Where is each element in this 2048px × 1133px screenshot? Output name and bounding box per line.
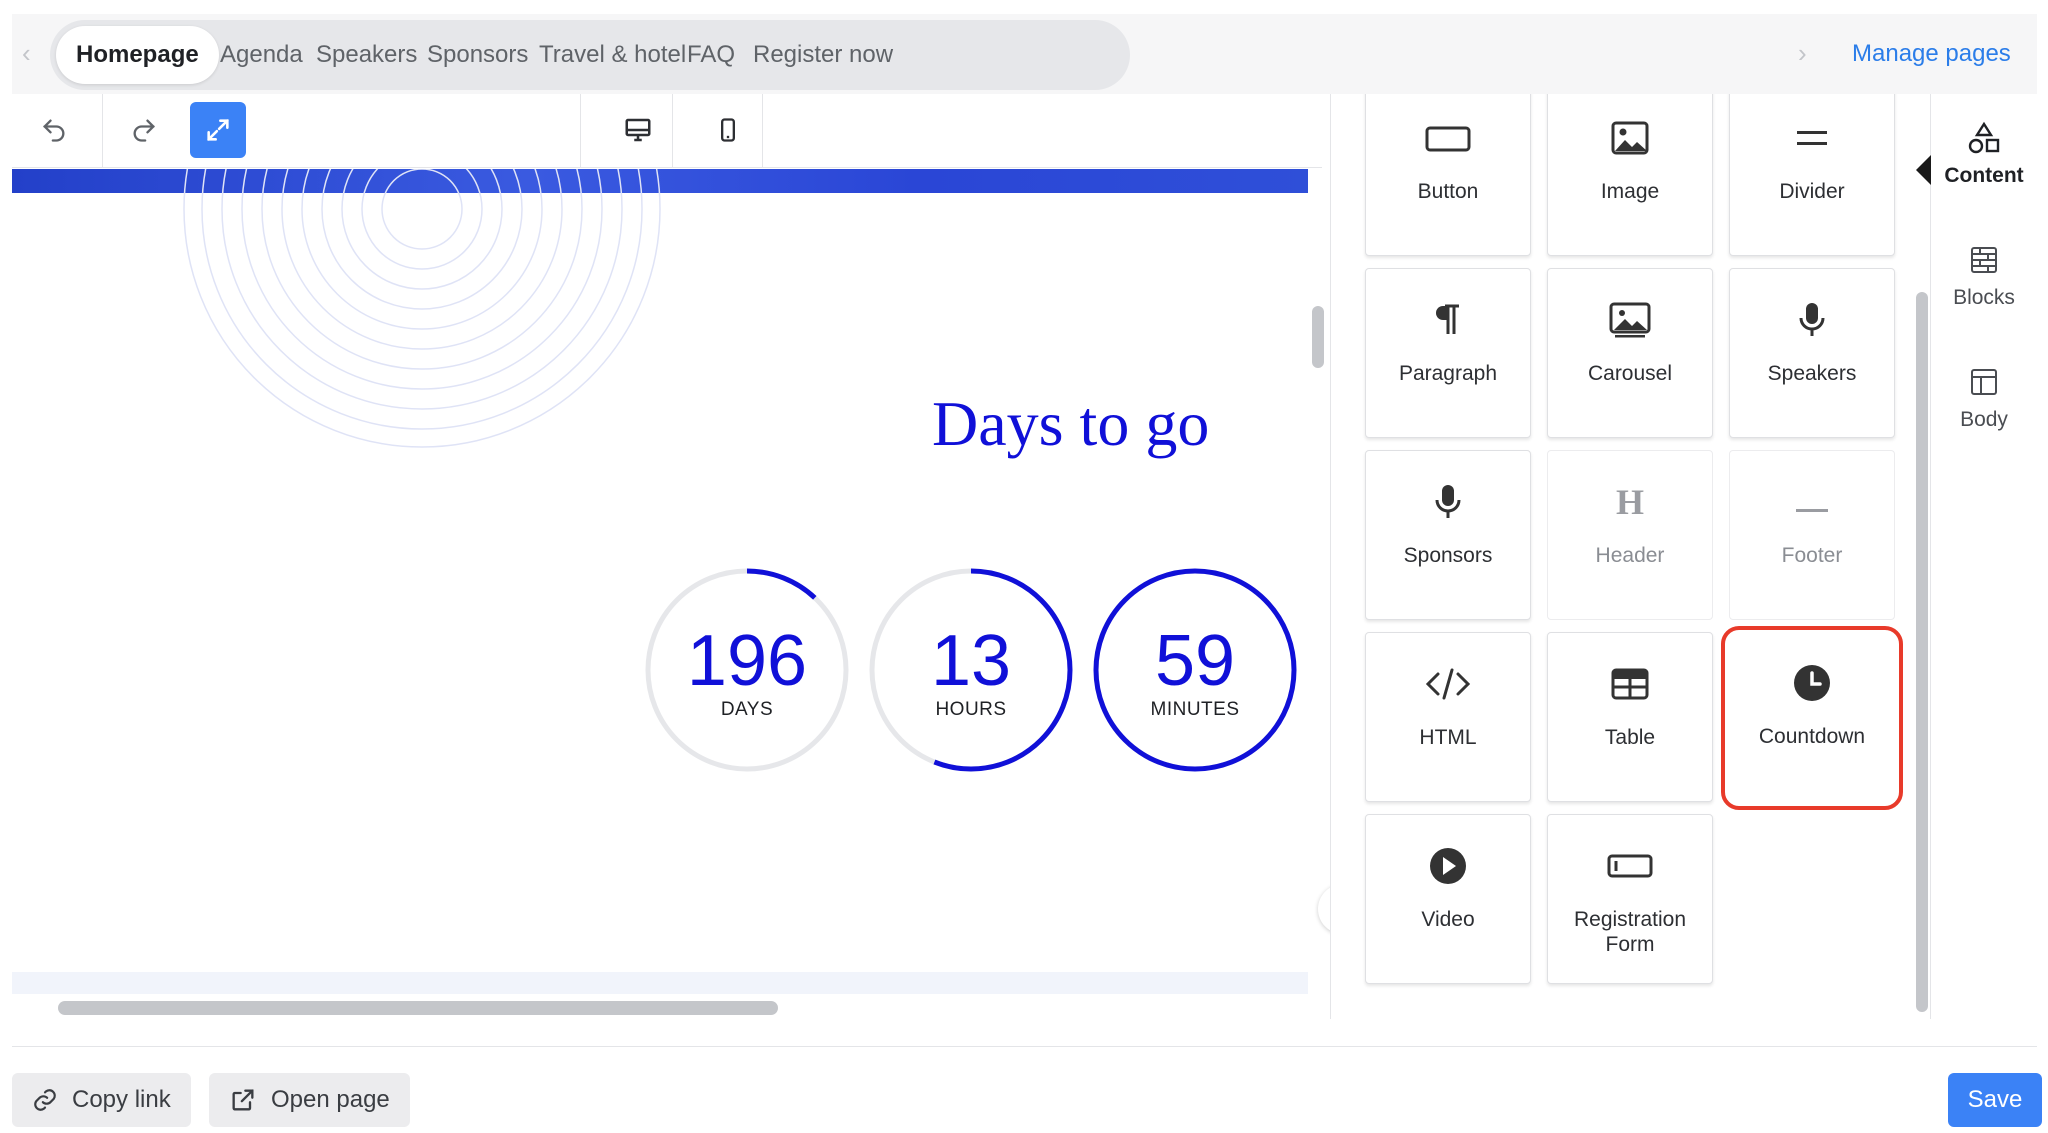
countdown-hours-value: 13 <box>930 621 1012 701</box>
copy-link-button[interactable]: Copy link <box>12 1073 191 1127</box>
content-tile-html[interactable]: HTML <box>1365 632 1531 802</box>
save-button[interactable]: Save <box>1948 1073 2042 1127</box>
content-tile-image[interactable]: Image <box>1547 94 1713 256</box>
decorative-circles <box>183 169 661 448</box>
svg-text:H: H <box>1616 484 1644 520</box>
form-icon <box>1607 854 1653 878</box>
play-icon <box>1430 848 1466 884</box>
sidebar-item-blocks[interactable]: Blocks <box>1931 226 2037 326</box>
paragraph-icon <box>1436 304 1459 334</box>
tile-label: Image <box>1600 180 1660 203</box>
content-tile-carousel[interactable]: Carousel <box>1547 268 1713 438</box>
tile-label: Countdown <box>1758 725 1866 748</box>
tile-label: Footer <box>1781 544 1843 567</box>
content-panel: Button Image Divider Paragraph Carousel … <box>1330 94 1930 1019</box>
sidebar-item-label: Body <box>1960 408 2008 431</box>
link-icon <box>34 1089 56 1111</box>
undo-icon <box>43 119 65 142</box>
microphone-icon <box>1799 303 1825 336</box>
content-tile-countdown[interactable]: Countdown <box>1721 626 1903 810</box>
open-page-button[interactable]: Open page <box>209 1073 410 1127</box>
panel-vertical-scrollbar[interactable] <box>1916 292 1928 1012</box>
tile-label: Header <box>1595 544 1665 567</box>
tile-label: HTML <box>1419 726 1477 749</box>
header-icon: H <box>1616 484 1644 520</box>
desktop-icon <box>625 118 651 142</box>
countdown-days-value: 196 <box>686 621 808 701</box>
carousel-icon <box>1609 302 1651 338</box>
fullscreen-button[interactable] <box>190 102 246 158</box>
image-icon <box>1611 121 1649 155</box>
editor-toolbar <box>12 94 1322 168</box>
content-tile-registration-form[interactable]: Registration Form <box>1547 814 1713 984</box>
microphone-icon <box>1435 485 1461 518</box>
button-icon <box>1425 126 1471 152</box>
content-tile-video[interactable]: Video <box>1365 814 1531 984</box>
page-tabs-bar: ‹ Homepage Agenda Speakers Sponsors Trav… <box>12 14 2037 94</box>
tile-label: Table <box>1604 726 1656 749</box>
canvas-horizontal-scrollbar[interactable] <box>58 1001 778 1015</box>
countdown-hours-label: HOURS <box>935 699 1007 720</box>
code-icon <box>1425 668 1471 700</box>
content-tile-speakers[interactable]: Speakers <box>1729 268 1895 438</box>
active-section-pointer <box>1916 154 1932 186</box>
tab-homepage[interactable]: Homepage <box>56 26 219 84</box>
content-tile-footer: Footer <box>1729 450 1895 620</box>
tile-label: Paragraph <box>1398 362 1498 385</box>
desktop-view-button[interactable] <box>610 102 666 158</box>
manage-pages-link[interactable]: Manage pages <box>1852 40 2011 68</box>
redo-icon <box>133 119 155 142</box>
redo-button[interactable] <box>116 102 172 158</box>
countdown-minutes-value: 59 <box>1154 621 1236 701</box>
page-editor: ‹ Homepage Agenda Speakers Sponsors Trav… <box>12 14 2037 1019</box>
sidebar-item-content[interactable]: Content <box>1931 104 2037 204</box>
tile-label: Registration Form <box>1573 908 1687 956</box>
shapes-icon <box>1968 121 2000 154</box>
canvas-bottom-strip <box>12 972 1308 994</box>
table-icon <box>1611 668 1649 700</box>
blocks-icon <box>1971 247 1997 273</box>
footer-icon <box>1796 509 1828 512</box>
open-page-label: Open page <box>271 1086 390 1113</box>
chevron-right-icon[interactable]: › <box>1798 38 1822 68</box>
content-tile-table[interactable]: Table <box>1547 632 1713 802</box>
content-tile-header: H Header <box>1547 450 1713 620</box>
tab-register-now[interactable]: Register now <box>733 26 913 84</box>
sidebar-rail: Content Blocks Body <box>1931 94 2037 1019</box>
chevron-left-icon[interactable]: ‹ <box>22 38 46 68</box>
layout-icon <box>1971 369 1997 395</box>
countdown-days: 196 DAYS <box>644 567 850 773</box>
clock-icon <box>1794 665 1830 701</box>
tile-label: Sponsors <box>1403 544 1493 567</box>
external-link-icon <box>232 1089 254 1111</box>
undo-button[interactable] <box>26 102 82 158</box>
mobile-view-button[interactable] <box>700 102 756 158</box>
page-tabs: Homepage Agenda Speakers Sponsors Travel… <box>50 20 1130 90</box>
content-tile-button[interactable]: Button <box>1365 94 1531 256</box>
expand-icon <box>207 119 229 141</box>
tile-label: Carousel <box>1587 362 1673 385</box>
countdown-title: Days to go <box>932 388 1210 459</box>
tile-label: Button <box>1417 180 1479 203</box>
mobile-icon <box>721 118 735 142</box>
sidebar-item-label: Blocks <box>1953 286 2015 309</box>
divider-icon <box>1797 131 1827 145</box>
tile-label: Video <box>1421 908 1475 931</box>
canvas-vertical-scrollbar[interactable] <box>1312 306 1324 368</box>
countdown-minutes-label: MINUTES <box>1150 699 1240 720</box>
countdown-minutes: 59 MINUTES <box>1092 567 1298 773</box>
sidebar-item-body[interactable]: Body <box>1931 348 2037 448</box>
countdown-hours: 13 HOURS <box>868 567 1074 773</box>
copy-link-label: Copy link <box>72 1086 171 1113</box>
content-tile-sponsors[interactable]: Sponsors <box>1365 450 1531 620</box>
countdown-days-label: DAYS <box>720 699 774 720</box>
page-canvas[interactable]: Days to go 196 DAYS 13 HOURS 59 MINUTES <box>12 169 1308 999</box>
tile-label: Divider <box>1779 180 1845 203</box>
footer-divider <box>12 1046 2037 1047</box>
content-tile-divider[interactable]: Divider <box>1729 94 1895 256</box>
tile-label: Speakers <box>1767 362 1857 385</box>
sidebar-item-label: Content <box>1944 164 2024 187</box>
content-tile-paragraph[interactable]: Paragraph <box>1365 268 1531 438</box>
